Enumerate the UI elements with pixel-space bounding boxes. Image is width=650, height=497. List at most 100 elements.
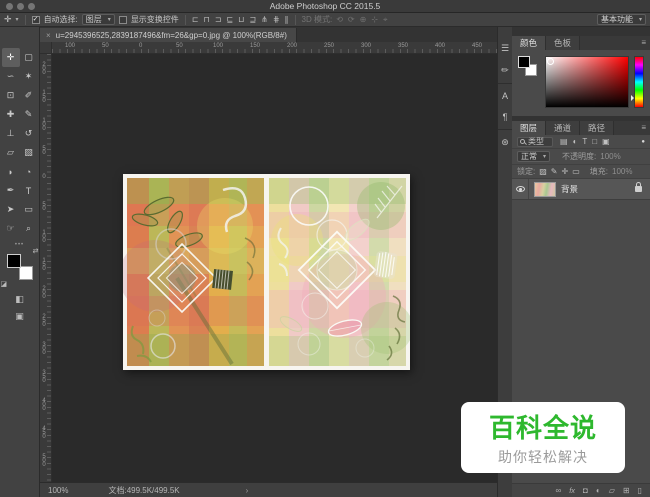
auto-select-checkbox[interactable]: ✓ xyxy=(31,15,40,24)
opacity-value[interactable]: 100% xyxy=(600,152,620,161)
lock-position-icon[interactable]: ✛ xyxy=(562,167,569,176)
color-panel-swatches xyxy=(518,56,540,80)
layer-filter-kind-dropdown[interactable]: 类型 xyxy=(517,136,553,147)
default-colors-icon[interactable]: ◪ xyxy=(1,280,8,288)
panel-menu-icon[interactable]: ≡ xyxy=(641,123,646,132)
layer-thumbnail[interactable] xyxy=(534,181,556,197)
saturation-brightness-picker[interactable] xyxy=(545,56,629,108)
status-bar: 100% 文档:499.5K/499.5K › xyxy=(40,482,497,497)
libraries-panel-icon[interactable]: ⊛ xyxy=(501,137,509,148)
delete-layer-icon[interactable]: ▯ xyxy=(638,486,642,495)
screen-mode-icon[interactable]: ▣ xyxy=(15,311,24,322)
new-group-icon[interactable]: ▱ xyxy=(609,486,615,495)
tab-channels[interactable]: 通道 xyxy=(546,121,581,135)
lock-paint-icon[interactable]: ✎ xyxy=(551,167,558,176)
smudge-tool[interactable]: ◗ xyxy=(2,162,20,181)
ruler-tick: 400 xyxy=(41,398,47,410)
window-zoom-button[interactable] xyxy=(28,3,35,10)
workspace-dropdown[interactable]: 基本功能 ▾ xyxy=(596,14,646,25)
hand-tool[interactable]: ☞ xyxy=(2,219,20,238)
layer-mask-icon[interactable]: ◘ xyxy=(583,486,588,495)
zoom-level[interactable]: 100% xyxy=(48,486,68,495)
status-expand-icon[interactable]: › xyxy=(246,486,249,495)
blend-mode-value: 正常 xyxy=(521,152,537,161)
ruler-tick: 450 xyxy=(472,43,483,49)
layer-row-background[interactable]: 背景 xyxy=(512,179,650,200)
link-layers-icon[interactable]: ∞ xyxy=(556,486,562,495)
align-vcenter-icon[interactable]: ⊔ xyxy=(238,15,244,24)
tab-swatches[interactable]: 色板 xyxy=(546,36,581,50)
align-right-icon[interactable]: ⊐ xyxy=(215,15,222,24)
distribute-center-icon[interactable]: ∥ xyxy=(285,15,289,24)
edit-toolbar-ellipsis[interactable]: ••• xyxy=(15,242,24,248)
magic-wand-tool[interactable]: ✶ xyxy=(20,67,38,86)
window-close-button[interactable] xyxy=(6,3,13,10)
path-select-tool[interactable]: ➤ xyxy=(2,200,20,219)
lock-transparency-icon[interactable]: ▨ xyxy=(539,167,547,176)
filter-adjustment-icon[interactable]: ◐ xyxy=(573,137,578,146)
background-color-swatch[interactable] xyxy=(18,266,33,280)
filter-toggle-icon[interactable]: ● xyxy=(641,139,645,145)
move-tool[interactable]: ✛ xyxy=(1,48,20,67)
shape-tool[interactable]: ▭ xyxy=(20,200,38,219)
close-icon[interactable]: × xyxy=(46,31,51,40)
align-top-icon[interactable]: ⊑ xyxy=(226,15,233,24)
eraser-tool[interactable]: ▱ xyxy=(2,143,20,162)
tool-preset-caret-icon[interactable]: ▾ xyxy=(16,16,19,23)
filter-shape-icon[interactable]: □ xyxy=(592,137,597,146)
align-left-icon[interactable]: ⊏ xyxy=(192,15,199,24)
new-layer-icon[interactable]: ⊞ xyxy=(623,486,630,495)
adjustments-panel-icon[interactable]: ☰ xyxy=(501,43,509,54)
clone-stamp-tool[interactable]: ⊥ xyxy=(2,124,20,143)
auto-select-dropdown[interactable]: 图层 ▾ xyxy=(81,14,115,25)
distribute-h-icon[interactable]: ⋔ xyxy=(261,15,268,24)
eyedropper-tool[interactable]: ✐ xyxy=(20,86,38,105)
filter-pixel-icon[interactable]: ▤ xyxy=(560,137,568,146)
adjustment-layer-icon[interactable]: ◐ xyxy=(596,486,601,495)
document-image[interactable] xyxy=(119,174,413,370)
character-panel-icon[interactable]: A xyxy=(502,91,508,101)
type-tool[interactable]: T xyxy=(20,181,38,200)
history-brush-tool[interactable]: ↺ xyxy=(20,124,38,143)
window-minimize-button[interactable] xyxy=(17,3,24,10)
filter-type-icon[interactable]: T xyxy=(582,137,587,146)
brush-presets-panel-icon[interactable]: ✏ xyxy=(501,65,509,76)
pen-tool[interactable]: ✒ xyxy=(2,181,20,200)
tab-paths[interactable]: 路径 xyxy=(580,121,615,135)
zoom-tool[interactable]: ⌕ xyxy=(20,219,38,238)
show-transform-checkbox[interactable] xyxy=(118,15,127,24)
tool-options-bar: ✛ ▾ ✓ 自动选择: 图层 ▾ 显示变换控件 ⊏ ⊓ ⊐ ⊑ ⊔ ⊒ ⋔ ⋕ … xyxy=(0,13,650,27)
align-hcenter-icon[interactable]: ⊓ xyxy=(204,15,210,24)
brush-tool[interactable]: ✎ xyxy=(20,105,38,124)
align-bottom-icon[interactable]: ⊒ xyxy=(249,15,256,24)
crop-tool[interactable]: ⊡ xyxy=(2,86,20,105)
document-size-info: 文档:499.5K/499.5K xyxy=(108,485,180,495)
dodge-tool[interactable]: ◔ xyxy=(20,162,38,181)
quick-mask-icon[interactable]: ◧ xyxy=(15,294,24,305)
foreground-color-swatch[interactable] xyxy=(6,254,21,268)
ruler-tick: 200 xyxy=(41,62,47,74)
layer-effects-icon[interactable]: fx xyxy=(569,486,575,495)
marquee-tool[interactable]: ▢ xyxy=(20,48,38,67)
tab-layers[interactable]: 图层 xyxy=(512,121,547,135)
opacity-label: 不透明度: xyxy=(562,152,597,161)
document-tab[interactable]: × u=2945396525,2839187496&fm=26&gp=0.jpg… xyxy=(40,28,297,42)
auto-select-value: 图层 xyxy=(85,15,102,24)
paragraph-panel-icon[interactable]: ¶ xyxy=(503,112,508,122)
panel-menu-icon[interactable]: ≡ xyxy=(641,38,646,47)
visibility-cell[interactable] xyxy=(512,179,529,199)
swap-colors-icon[interactable]: ⇄ xyxy=(33,247,39,255)
distribute-v-icon[interactable]: ⋕ xyxy=(273,15,280,24)
lock-all-icon[interactable]: ▭ xyxy=(572,167,580,176)
tab-color[interactable]: 颜色 xyxy=(512,36,547,50)
blend-mode-dropdown[interactable]: 正常 ▾ xyxy=(517,151,551,162)
canvas-area[interactable]: 100 50 0 50 100 150 200 250 300 350 400 … xyxy=(40,42,497,482)
layers-bottom-bar: ∞ fx ◘ ◐ ▱ ⊞ ▯ xyxy=(512,483,650,497)
foreground-color-swatch[interactable] xyxy=(518,56,530,68)
lasso-tool[interactable]: ∽ xyxy=(2,67,20,86)
healing-brush-tool[interactable]: ✚ xyxy=(2,105,20,124)
filter-smart-object-icon[interactable]: ▣ xyxy=(602,137,610,146)
fill-value[interactable]: 100% xyxy=(612,167,632,176)
gradient-tool[interactable]: ▧ xyxy=(20,143,38,162)
hue-slider[interactable] xyxy=(631,56,644,108)
